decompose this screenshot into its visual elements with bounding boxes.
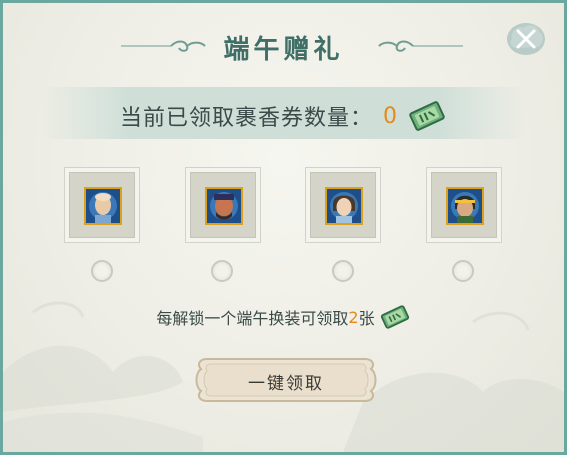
reward-slot-3[interactable] <box>305 167 381 243</box>
unlock-hint: 每解锁一个端午换装可领取 2 张 <box>3 303 564 331</box>
ticket-icon <box>409 101 445 131</box>
claim-all-button-label: 一键领取 <box>248 374 324 394</box>
count-value: 0 <box>383 103 397 129</box>
reward-slot-1[interactable] <box>64 167 140 243</box>
select-radio-3[interactable] <box>332 260 354 282</box>
select-radio-1[interactable] <box>91 260 113 282</box>
reward-slot-inner <box>431 172 497 238</box>
character-portrait-red-warrior <box>205 187 243 225</box>
character-portrait-bald-monk <box>84 187 122 225</box>
reward-slot-inner <box>69 172 135 238</box>
reward-slot-2[interactable] <box>185 167 261 243</box>
character-portrait-headband-hero <box>446 187 484 225</box>
reward-slot-inner <box>190 172 256 238</box>
gift-dialog: 端午赠礼 当前已领取裹香券数量： 0 每解锁一个端午换装可领取 2 张 一键领取 <box>3 3 564 452</box>
character-portrait-young-girl <box>325 187 363 225</box>
cloud-background-decoration <box>3 301 564 452</box>
unlock-text-before: 每解锁一个端午换装可领取 <box>156 309 349 328</box>
unlock-text-after: 张 <box>358 309 375 328</box>
unlock-count: 2 <box>348 307 359 327</box>
reward-slot-inner <box>310 172 376 238</box>
count-row: 当前已领取裹香券数量： 0 <box>3 99 564 133</box>
reward-slot-4[interactable] <box>426 167 502 243</box>
ticket-icon <box>380 305 409 329</box>
dialog-title: 端午赠礼 <box>223 35 344 65</box>
select-radio-2[interactable] <box>211 260 233 282</box>
claim-all-button[interactable]: 一键领取 <box>193 355 379 405</box>
count-label: 当前已领取裹香券数量： <box>119 106 373 131</box>
close-icon[interactable] <box>506 21 546 57</box>
select-radio-4[interactable] <box>452 260 474 282</box>
